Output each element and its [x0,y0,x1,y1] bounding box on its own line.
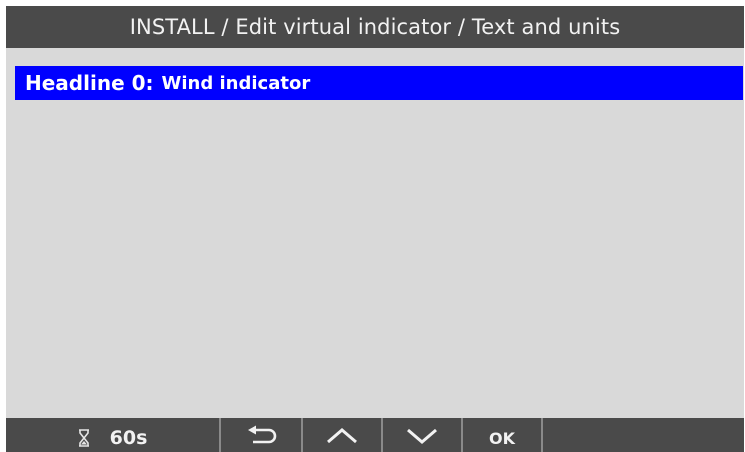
ok-label: OK [489,428,515,448]
title-bar: INSTALL / Edit virtual indicator / Text … [6,6,744,48]
up-button[interactable] [303,418,383,452]
page-title: INSTALL / Edit virtual indicator / Text … [129,15,621,39]
chevron-up-icon [325,426,359,450]
return-arrow-icon [244,425,278,451]
screen: INSTALL / Edit virtual indicator / Text … [6,6,744,452]
timeout-indicator: 60s [6,418,221,452]
down-button[interactable] [383,418,463,452]
chevron-down-icon [405,426,439,450]
back-button[interactable] [221,418,303,452]
softkey-bar: 60s OK [6,418,744,452]
empty-softkey [543,418,744,452]
content-area: Headline 0: Wind indicator [6,48,744,418]
list-item-headline-0[interactable]: Headline 0: Wind indicator [15,66,743,100]
list-item-value: Wind indicator [161,72,311,94]
ok-button[interactable]: OK [463,418,543,452]
timeout-label: 60s [109,427,148,449]
list-item-label: Headline 0: [25,71,154,95]
hourglass-icon [78,429,90,447]
